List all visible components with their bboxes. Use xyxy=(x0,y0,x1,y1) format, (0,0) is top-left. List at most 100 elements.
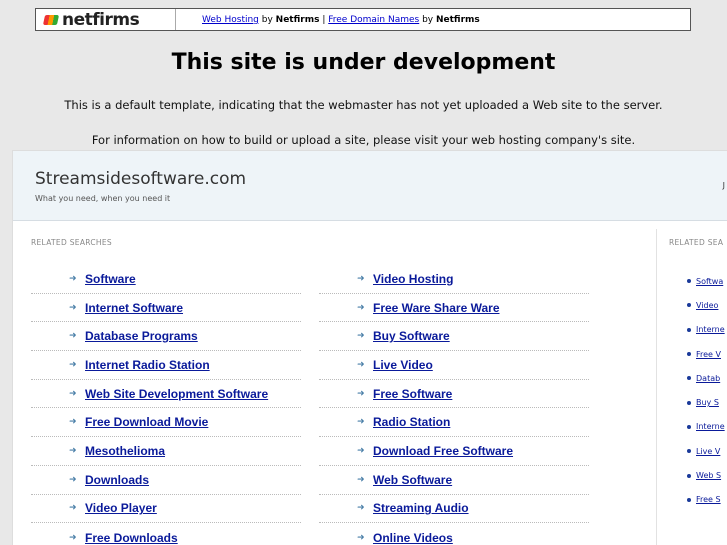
search-link[interactable]: Software xyxy=(85,272,136,286)
list-item[interactable]: ➜ Radio Station xyxy=(319,408,589,438)
bullet-icon xyxy=(687,497,691,502)
search-link[interactable]: Radio Station xyxy=(373,415,450,429)
bullet-icon xyxy=(687,279,691,284)
list-item[interactable]: ➜ Internet Radio Station xyxy=(31,351,301,380)
arrow-right-icon: ➜ xyxy=(357,302,365,313)
netfirms-logo[interactable]: netfirms xyxy=(36,9,176,30)
list-item[interactable]: ➜ Online Videos xyxy=(319,523,589,545)
list-item[interactable]: Video xyxy=(687,293,727,317)
search-link[interactable]: Video Hosting xyxy=(373,272,453,286)
side-search-link[interactable]: Datab xyxy=(696,374,720,383)
side-search-link[interactable]: Free S xyxy=(696,495,721,504)
web-hosting-link[interactable]: Web Hosting xyxy=(202,15,259,25)
free-domain-names-link[interactable]: Free Domain Names xyxy=(328,15,419,25)
list-item[interactable]: ➜ Download Free Software xyxy=(319,437,589,466)
list-item[interactable]: ➜ Downloads xyxy=(31,466,301,495)
search-link[interactable]: Download Free Software xyxy=(373,444,513,458)
list-item[interactable]: ➜ Software xyxy=(31,265,301,294)
bullet-icon xyxy=(687,400,691,405)
arrow-right-icon: ➜ xyxy=(357,359,365,370)
related-searches-column-1: ➜ Software ➜ Internet Software ➜ Database P… xyxy=(31,265,301,545)
arrow-right-icon: ➜ xyxy=(357,532,365,543)
list-item[interactable]: ➜ Video Player xyxy=(31,495,301,524)
search-link[interactable]: Mesothelioma xyxy=(85,444,165,458)
side-search-link[interactable]: Free V xyxy=(696,350,721,359)
banner-brand-1: Netfirms xyxy=(275,14,320,25)
side-search-link[interactable]: Interne xyxy=(696,422,725,431)
default-template-notice: This is a default template, indicating t… xyxy=(64,98,663,112)
arrow-right-icon: ➜ xyxy=(357,331,365,342)
search-link[interactable]: Free Downloads xyxy=(85,531,178,545)
list-item[interactable]: Live V xyxy=(687,439,727,463)
arrow-right-icon: ➜ xyxy=(69,417,77,428)
search-link[interactable]: Online Videos xyxy=(373,531,453,545)
page-title: This site is under development xyxy=(171,50,556,75)
related-searches-side-label: RELATED SEA xyxy=(669,238,724,247)
list-item[interactable]: Datab xyxy=(687,366,727,390)
list-item[interactable]: ➜ Free Download Movie xyxy=(31,408,301,438)
list-item[interactable]: Free S xyxy=(687,488,727,512)
search-link[interactable]: Internet Software xyxy=(85,301,183,315)
list-item[interactable]: Web S xyxy=(687,463,727,487)
search-link[interactable]: Streaming Audio xyxy=(373,501,469,515)
netfirms-banner: netfirms Web Hosting by Netfirms | Free … xyxy=(35,8,691,31)
arrow-right-icon: ➜ xyxy=(69,503,77,514)
banner-separator: | xyxy=(319,14,329,25)
list-item[interactable]: ➜ Web Site Development Software xyxy=(31,380,301,409)
search-link[interactable]: Video Player xyxy=(85,501,157,515)
list-item[interactable]: ➜ Free Downloads xyxy=(31,523,301,545)
search-link[interactable]: Free Ware Share Ware xyxy=(373,301,500,315)
side-search-link[interactable]: Video xyxy=(696,301,718,310)
side-search-link[interactable]: Buy S xyxy=(696,398,719,407)
list-item[interactable]: ➜ Video Hosting xyxy=(319,265,589,294)
arrow-right-icon: ➜ xyxy=(357,445,365,456)
arrow-right-icon: ➜ xyxy=(69,359,77,370)
list-item[interactable]: Interne xyxy=(687,318,727,342)
search-link[interactable]: Web Software xyxy=(373,473,452,487)
side-search-link[interactable]: Web S xyxy=(696,471,721,480)
search-link[interactable]: Buy Software xyxy=(373,329,450,343)
list-item[interactable]: Interne xyxy=(687,415,727,439)
side-search-link[interactable]: Softwa xyxy=(696,277,723,286)
list-item[interactable]: ➜ Streaming Audio xyxy=(319,495,589,524)
bullet-icon xyxy=(687,352,691,357)
search-link[interactable]: Live Video xyxy=(373,358,433,372)
arrow-right-icon: ➜ xyxy=(69,331,77,342)
banner-brand-2: Netfirms xyxy=(435,14,480,25)
arrow-right-icon: ➜ xyxy=(69,532,77,543)
arrow-right-icon: ➜ xyxy=(69,273,77,284)
hosting-info-notice: For information on how to build or uploa… xyxy=(91,133,636,147)
domain-name[interactable]: Streamsidesoftware.com xyxy=(35,169,246,189)
list-item[interactable]: ➜ Web Software xyxy=(319,466,589,495)
search-link[interactable]: Web Site Development Software xyxy=(85,387,268,401)
search-link[interactable]: Database Programs xyxy=(85,329,198,343)
arrow-right-icon: ➜ xyxy=(357,474,365,485)
list-item[interactable]: Free V xyxy=(687,342,727,366)
search-link[interactable]: Free Software xyxy=(373,387,452,401)
search-link[interactable]: Downloads xyxy=(85,473,149,487)
bullet-icon xyxy=(687,449,691,454)
banner-by-1: by xyxy=(258,14,276,25)
column-divider xyxy=(656,229,657,545)
list-item[interactable]: ➜ Database Programs xyxy=(31,322,301,352)
arrow-right-icon: ➜ xyxy=(357,503,365,514)
parked-domain-frame: Streamsidesoftware.com What you need, wh… xyxy=(12,150,727,545)
side-search-link[interactable]: Live V xyxy=(696,447,720,456)
list-item[interactable]: ➜ Internet Software xyxy=(31,294,301,323)
list-item[interactable]: ➜ Free Ware Share Ware xyxy=(319,294,589,323)
banner-by-2: by xyxy=(419,14,436,25)
list-item[interactable]: ➜ Free Software xyxy=(319,380,589,409)
list-item[interactable]: ➜ Mesothelioma xyxy=(31,437,301,466)
list-item[interactable]: ➜ Buy Software xyxy=(319,322,589,352)
domain-tagline: What you need, when you need it xyxy=(35,194,171,203)
netfirms-flag-icon xyxy=(44,13,60,27)
search-link[interactable]: Free Download Movie xyxy=(85,415,208,429)
list-item[interactable]: Buy S xyxy=(687,390,727,414)
side-search-link[interactable]: Interne xyxy=(696,325,725,334)
related-searches-sidebar: Softwa Video Interne Free V Datab Buy S … xyxy=(687,269,727,512)
bullet-icon xyxy=(687,473,691,478)
list-item[interactable]: Softwa xyxy=(687,269,727,293)
list-item[interactable]: ➜ Live Video xyxy=(319,351,589,380)
search-link[interactable]: Internet Radio Station xyxy=(85,358,210,372)
arrow-right-icon: ➜ xyxy=(69,445,77,456)
